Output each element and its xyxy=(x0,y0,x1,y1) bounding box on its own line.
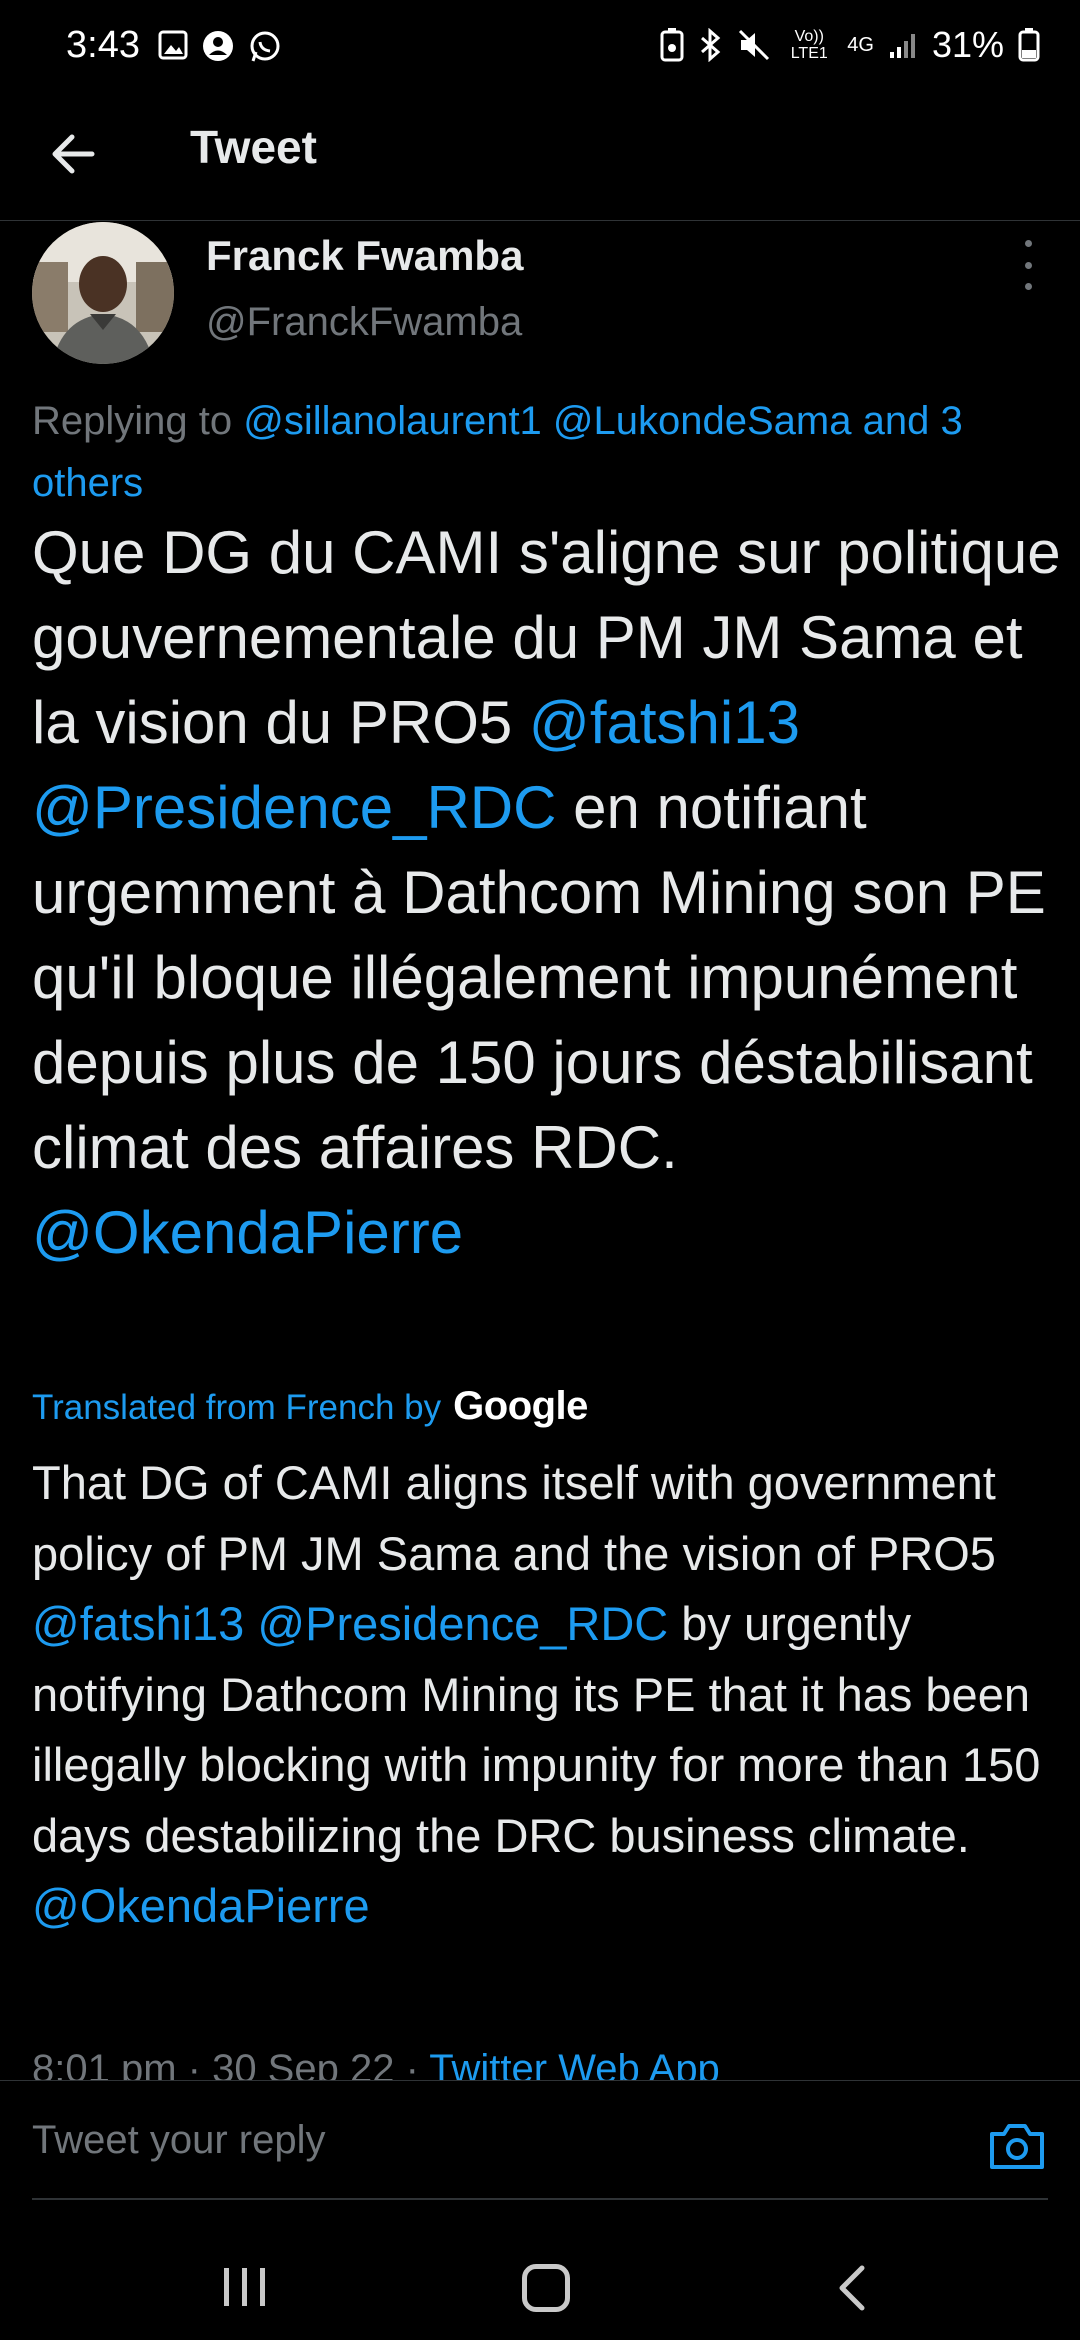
system-back-button[interactable] xyxy=(832,2264,872,2312)
avatar[interactable] xyxy=(32,222,174,364)
translation-text: That DG of CAMI aligns itself with gover… xyxy=(32,1448,1052,1942)
author-name[interactable]: Franck Fwamba xyxy=(206,232,523,280)
replying-to-line: Replying to @sillanolaurent1 @LukondeSam… xyxy=(32,390,1052,514)
more-vertical-icon-dot xyxy=(1024,261,1032,269)
account-icon xyxy=(203,31,233,61)
mute-icon xyxy=(739,29,770,61)
battery-icon xyxy=(1018,28,1040,62)
camera-icon xyxy=(990,2124,1044,2169)
notification-icons xyxy=(158,30,282,64)
translated-label: Translated from French by xyxy=(32,1388,442,1427)
battery-saver-icon xyxy=(660,28,684,62)
network-type: 4G xyxy=(847,33,874,56)
replying-to-label: Replying to xyxy=(32,399,233,443)
top-app-bar: Tweet xyxy=(0,100,1080,220)
back-button[interactable] xyxy=(44,124,104,184)
reply-input[interactable]: Tweet your reply xyxy=(32,2118,325,2163)
more-options-button[interactable] xyxy=(1010,240,1046,290)
system-navigation-bar xyxy=(0,2220,1080,2340)
status-time: 3:43 xyxy=(66,24,140,66)
header-divider xyxy=(0,220,1080,221)
recents-button[interactable] xyxy=(220,2266,270,2308)
author-handle[interactable]: @FranckFwamba xyxy=(206,300,522,345)
more-vertical-icon-dot xyxy=(1024,283,1032,290)
tweet-source-link[interactable]: Twitter Web App xyxy=(429,2052,720,2080)
translation-text-part: That DG of CAMI aligns itself with gover… xyxy=(32,1456,996,1580)
battery-percent: 31% xyxy=(931,24,1004,65)
translation-mention-link[interactable]: @fatshi13 @Presidence_RDC xyxy=(32,1597,668,1650)
reply-bar-divider xyxy=(0,2080,1080,2081)
bluetooth-icon xyxy=(701,28,721,62)
status-bar: 3:43 Vo)) LTE1 4G 31% xyxy=(0,0,1080,100)
translation-attribution: Translated from French by Google xyxy=(32,1384,588,1429)
volte-label: Vo)) LTE1 xyxy=(790,28,828,62)
whatsapp-icon xyxy=(250,31,280,62)
page-title: Tweet xyxy=(190,121,317,173)
tweet-meta: 8:01 pm · 30 Sep 22 · Twitter Web App xyxy=(32,2052,1052,2080)
avatar-photo xyxy=(32,222,174,364)
chevron-left-icon xyxy=(839,2265,865,2311)
system-indicators: Vo)) LTE1 4G 31% xyxy=(659,24,1040,66)
google-logo: Google xyxy=(453,1384,588,1428)
reply-input-underline xyxy=(32,2198,1048,2200)
camera-button[interactable] xyxy=(988,2120,1046,2172)
recents-icon xyxy=(224,2268,265,2306)
signal-icon xyxy=(889,34,915,58)
translation-mention-link[interactable]: @OkendaPierre xyxy=(32,1879,370,1932)
tweet-text: Que DG du CAMI s'aligne sur politique go… xyxy=(32,510,1062,1275)
gallery-icon xyxy=(158,30,188,60)
tweet-mention-link[interactable]: @OkendaPierre xyxy=(32,1199,463,1266)
more-vertical-icon-dot xyxy=(1024,240,1032,247)
tweet-timestamp: 8:01 pm · 30 Sep 22 · xyxy=(32,2052,419,2080)
home-button[interactable] xyxy=(522,2264,570,2312)
arrow-left-icon xyxy=(52,134,95,174)
